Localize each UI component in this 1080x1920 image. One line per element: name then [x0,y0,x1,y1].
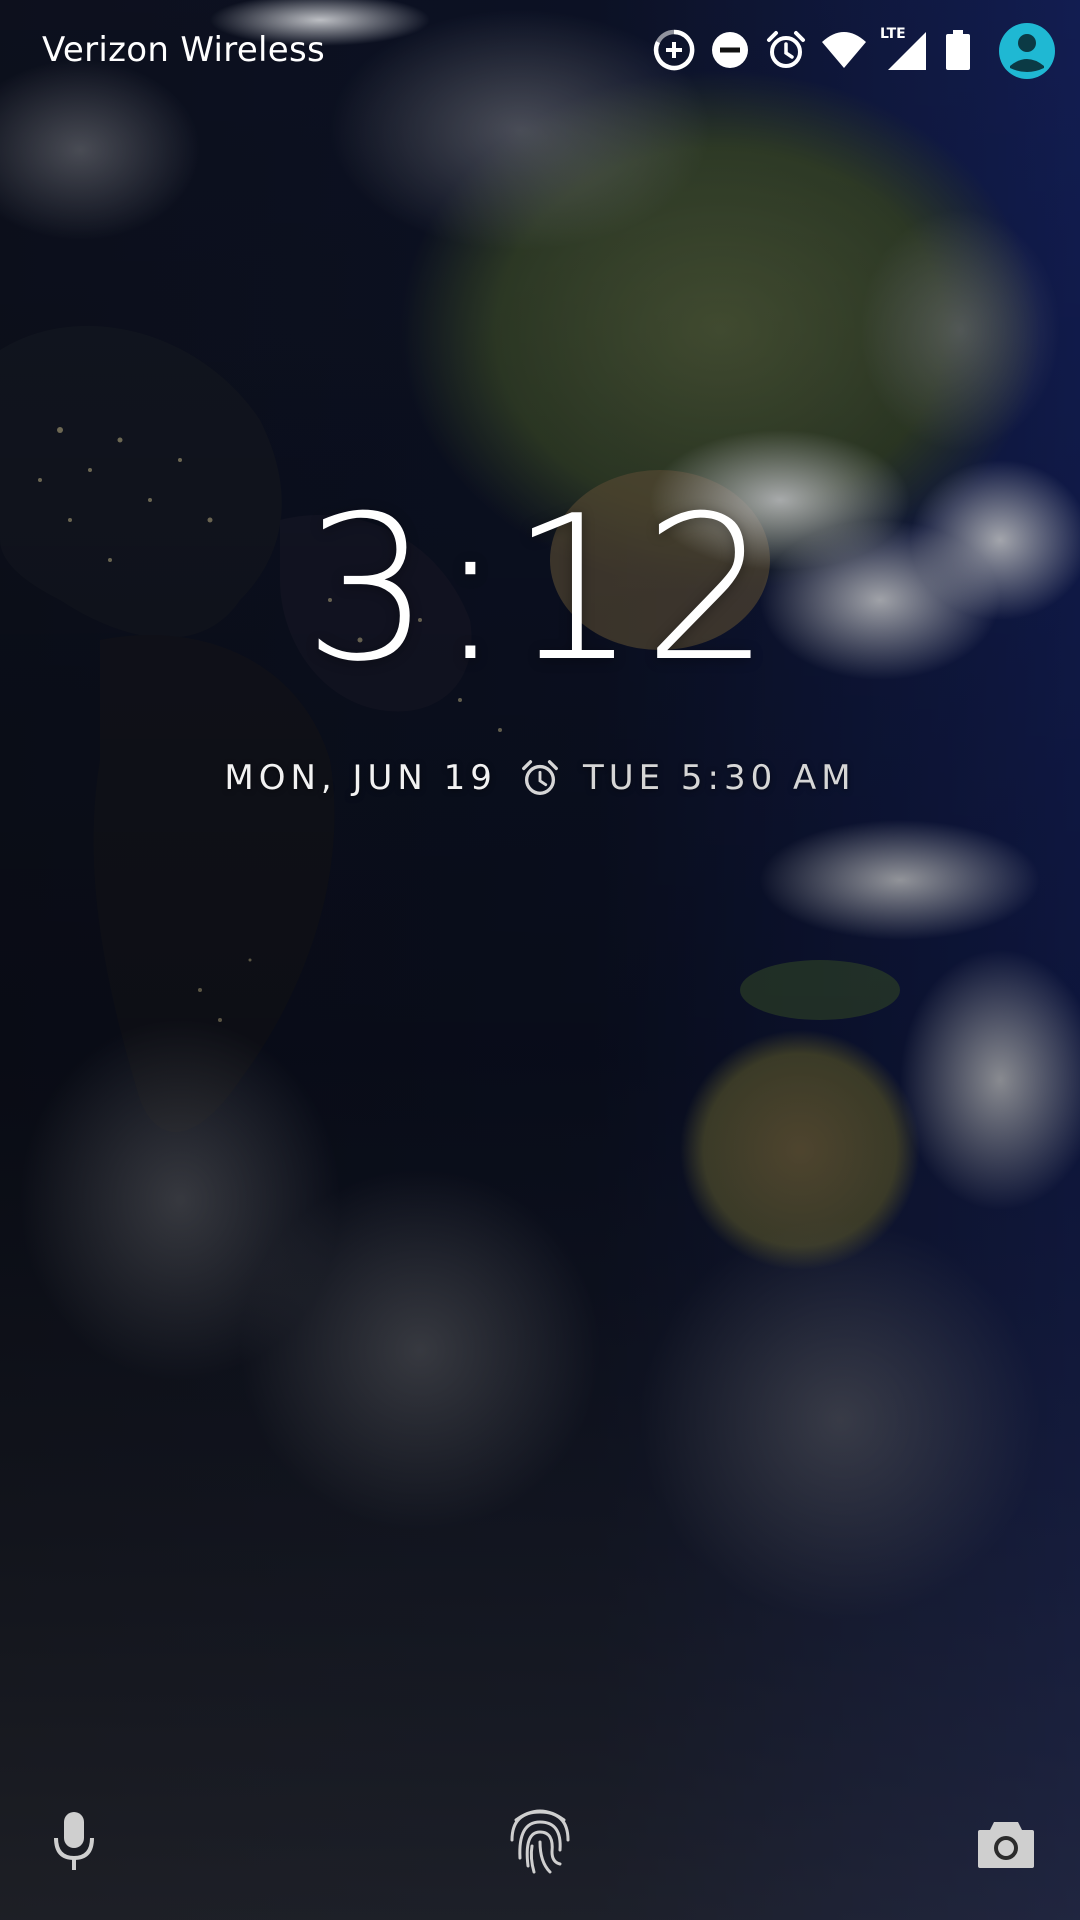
battery-icon [946,30,970,70]
camera-icon[interactable] [976,1816,1036,1872]
wifi-icon [822,32,866,68]
lockscreen-clock: 3:12 [303,473,777,706]
lock-screen: Verizon Wireless LTE 3:12 MON, JUN 19 TU… [0,0,1080,1920]
status-bar[interactable]: Verizon Wireless LTE [0,0,1080,108]
user-avatar-icon[interactable] [998,22,1056,80]
earth-wallpaper [0,0,1080,1920]
data-saver-icon [653,29,695,71]
next-alarm-icon [522,760,558,795]
fingerprint-icon[interactable] [506,1800,574,1876]
date-row: MON, JUN 19 TUE 5:30 AM [0,754,1080,802]
microphone-icon[interactable] [48,1810,100,1874]
network-type-label: LTE [880,26,906,42]
signal-icon: LTE [880,26,926,70]
dnd-icon [712,32,748,68]
next-alarm-label: TUE 5:30 AM [582,758,856,798]
carrier-label: Verizon Wireless [42,30,326,70]
date-label: MON, JUN 19 [224,758,497,798]
alarm-icon [767,31,805,68]
